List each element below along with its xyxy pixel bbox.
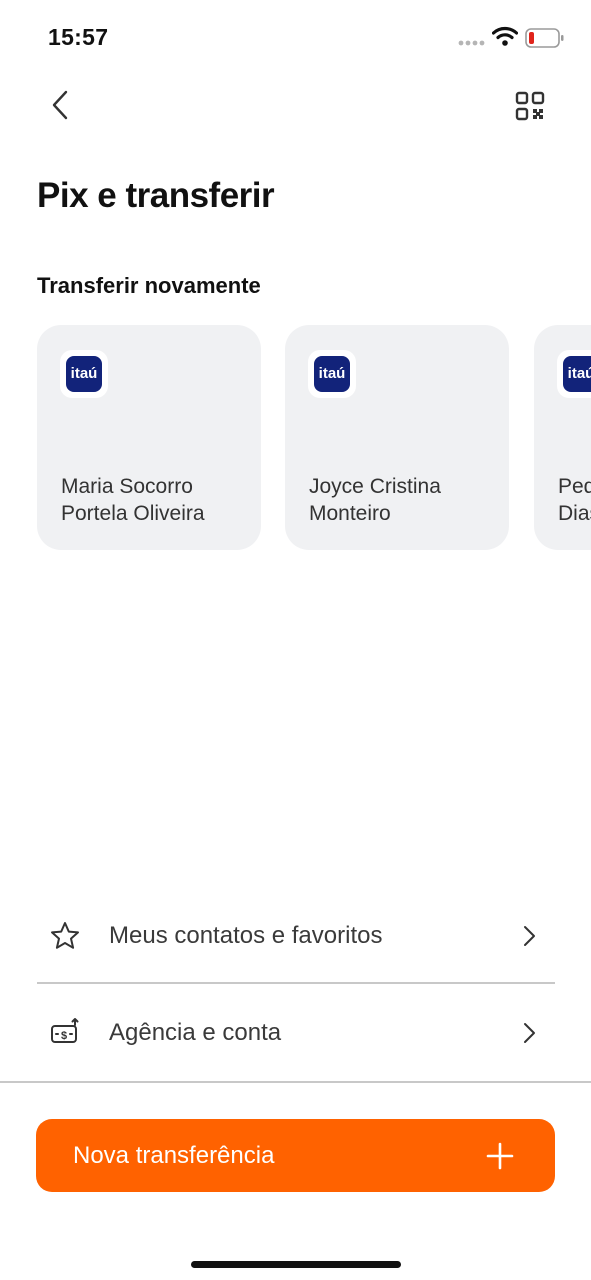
bank-logo-frame: itaú <box>557 350 591 398</box>
page-title: Pix e transferir <box>37 176 275 215</box>
qr-code-button[interactable] <box>514 90 546 122</box>
menu-item-label: Meus contatos e favoritos <box>109 922 383 949</box>
back-button[interactable] <box>44 86 80 124</box>
divider <box>37 982 555 984</box>
bank-logo: itaú <box>66 356 102 392</box>
wifi-icon <box>492 26 518 46</box>
star-icon <box>51 922 79 949</box>
section-title: Transferir novamente <box>37 273 261 298</box>
chevron-right-icon <box>524 926 535 946</box>
menu-item-branch-account[interactable]: $ Agência e conta <box>37 985 555 1081</box>
new-transfer-label: Nova transferência <box>73 1142 275 1169</box>
bank-logo: itaú <box>314 356 350 392</box>
svg-text:$: $ <box>61 1030 67 1042</box>
recent-transfer-card[interactable]: itaú Joyce Cristina Monteiro <box>285 325 509 550</box>
chevron-left-icon <box>52 90 68 120</box>
menu-item-label: Agência e conta <box>109 1019 282 1046</box>
bank-logo-frame: itaú <box>308 350 356 398</box>
signal-icon <box>458 40 485 46</box>
bank-logo: itaú <box>563 356 591 392</box>
new-transfer-button[interactable]: Nova transferência <box>36 1119 555 1192</box>
divider <box>0 1081 591 1083</box>
contact-name: Joyce Cristina Monteiro <box>309 475 441 525</box>
recent-transfer-card[interactable]: itaú Ped Dias <box>534 325 591 550</box>
bank-transfer-icon: $ <box>51 1018 79 1043</box>
chevron-right-icon <box>524 1023 535 1043</box>
status-time: 15:57 <box>48 24 109 50</box>
contact-name: Maria Socorro Portela Oliveira <box>61 475 205 525</box>
status-bar: 15:57 <box>0 0 591 70</box>
plus-icon <box>486 1142 514 1170</box>
home-indicator <box>191 1261 401 1268</box>
qr-code-icon <box>515 91 545 121</box>
bank-logo-frame: itaú <box>60 350 108 398</box>
menu-item-contacts-favorites[interactable]: Meus contatos e favoritos <box>37 888 555 984</box>
recent-transfer-card[interactable]: itaú Maria Socorro Portela Oliveira <box>37 325 261 550</box>
contact-name: Ped Dias <box>558 475 591 525</box>
recent-transfers-carousel[interactable]: itaú Maria Socorro Portela Oliveira itaú… <box>37 325 591 550</box>
battery-low-icon <box>525 28 564 48</box>
